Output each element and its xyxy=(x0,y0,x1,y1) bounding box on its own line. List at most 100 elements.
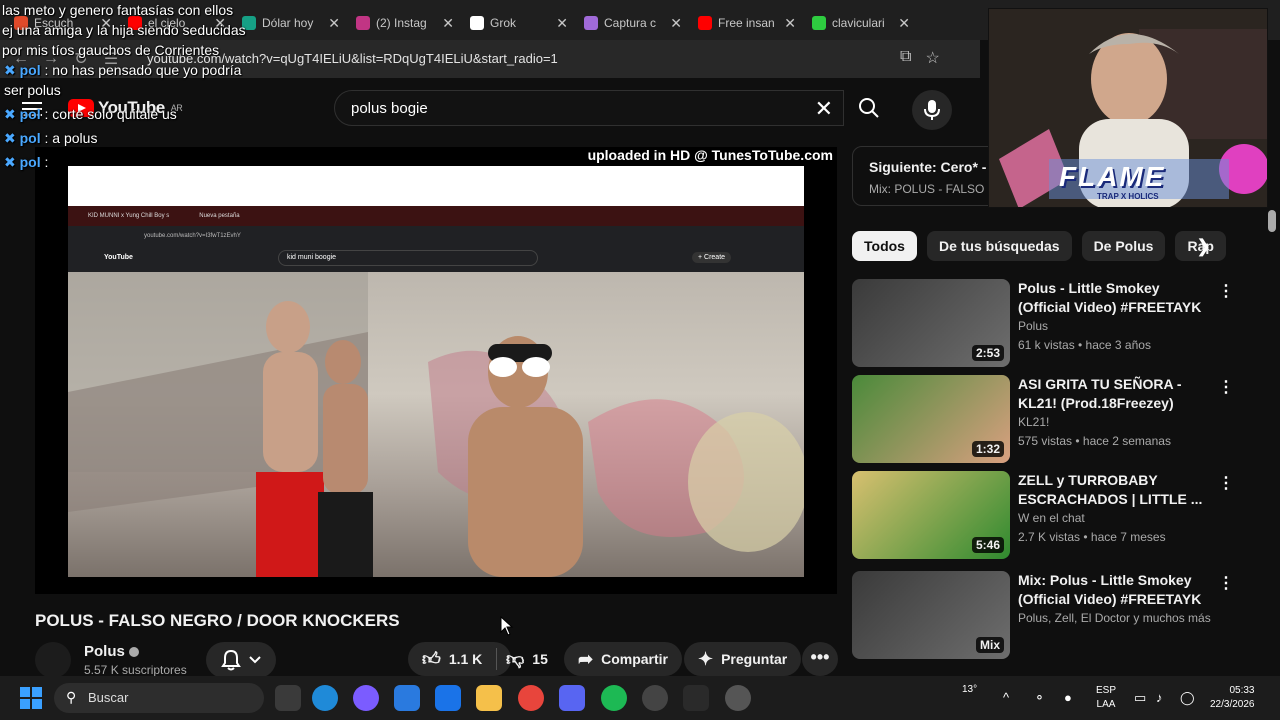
task-view-icon[interactable] xyxy=(275,685,301,711)
shield-icon[interactable]: ◯ xyxy=(1180,690,1195,706)
mouse-cursor-icon xyxy=(500,616,514,636)
browser-tab[interactable]: Free insan ✕ xyxy=(690,6,804,40)
edge-icon[interactable] xyxy=(312,685,338,711)
webcam-overlay: FLAME TRAP X HOLICS xyxy=(988,8,1268,208)
channel-name[interactable]: Polus xyxy=(84,643,139,660)
epic-games-icon[interactable] xyxy=(683,685,709,711)
recommendation-thumbnail[interactable]: Mix xyxy=(852,571,1010,659)
more-vertical-icon[interactable]: ⋮ xyxy=(1218,281,1234,301)
video-frame xyxy=(68,272,804,577)
volume-icon[interactable]: ♪ xyxy=(1156,690,1163,705)
chat-message-text: ser polus xyxy=(4,82,61,98)
chat-message-text: : xyxy=(44,154,49,170)
microphone-icon[interactable]: ● xyxy=(1064,690,1072,705)
search-button[interactable] xyxy=(846,90,892,126)
close-icon[interactable]: ✕ xyxy=(328,15,340,32)
chevron-down-icon xyxy=(249,656,261,664)
recommendation-item[interactable]: 5:46 ZELL y TURROBABY ESCRACHADOS | LITTL… xyxy=(852,471,1244,561)
thumbs-down-icon: 👎︎ xyxy=(506,649,525,669)
language-indicator[interactable]: ESP LAA xyxy=(1096,684,1116,712)
more-vertical-icon[interactable]: ⋮ xyxy=(1218,573,1234,593)
like-count: 1.1 K xyxy=(448,651,483,667)
recommendation-item[interactable]: 2:53 Polus - Little Smokey (Official Vide… xyxy=(852,279,1244,369)
chat-message-text: : a polus xyxy=(44,130,98,146)
chevron-right-icon[interactable]: ❯ xyxy=(1196,236,1211,257)
chrome-icon[interactable] xyxy=(518,685,544,711)
display-icon[interactable]: ▭ xyxy=(1134,690,1146,706)
close-icon[interactable]: ✕ xyxy=(556,15,568,32)
recommendation-thumbnail[interactable]: 2:53 xyxy=(852,279,1010,367)
chat-message: ✖ pol : no has pensado que yo podría xyxy=(4,60,241,80)
app-icon[interactable] xyxy=(642,685,668,711)
close-icon[interactable]: ✕ xyxy=(784,15,796,32)
bookmark-star-icon[interactable]: ☆ xyxy=(925,48,939,68)
outlook-icon[interactable] xyxy=(435,685,461,711)
weather-temperature[interactable]: 13° xyxy=(962,684,977,695)
voice-search-button[interactable] xyxy=(912,90,952,130)
ask-button[interactable]: ✦ Preguntar xyxy=(684,642,802,676)
duration-badge: Mix xyxy=(975,637,1004,653)
tab-favicon-icon xyxy=(812,16,826,30)
filter-chip[interactable]: De tus búsquedas xyxy=(926,231,1072,261)
copilot-icon[interactable] xyxy=(353,685,379,711)
network-icon[interactable]: ⚬ xyxy=(1034,690,1045,706)
system-clock[interactable]: 05:33 22/3/2026 xyxy=(1210,684,1255,712)
channel-avatar[interactable] xyxy=(35,642,71,678)
recommendation-thumbnail[interactable]: 1:32 xyxy=(852,375,1010,463)
chevron-up-icon[interactable]: ^ xyxy=(1003,690,1009,705)
more-vertical-icon[interactable]: ⋮ xyxy=(1218,377,1234,397)
recommendation-thumbnail[interactable]: 5:46 xyxy=(852,471,1010,559)
chat-username: pol xyxy=(19,106,41,122)
search-icon: ⚲ xyxy=(66,689,77,705)
recommendation-meta: 2.7 K vistas • hace 7 meses xyxy=(1018,530,1166,544)
more-actions-button[interactable]: ••• xyxy=(802,642,838,676)
pin-icon: ✖ xyxy=(4,106,20,122)
share-icon: ➦ xyxy=(578,648,594,669)
recommendation-item[interactable]: 1:32 ASI GRITA TU SEÑORA - KL21! (Prod.18… xyxy=(852,375,1244,465)
file-explorer-icon[interactable] xyxy=(476,685,502,711)
media-player-icon[interactable] xyxy=(725,685,751,711)
recommendation-item[interactable]: Mix Mix: Polus - Little Smokey (Official … xyxy=(852,571,1244,661)
share-button[interactable]: ➦ Compartir xyxy=(564,642,682,676)
close-icon[interactable]: ✕ xyxy=(898,15,910,32)
browser-tab[interactable]: claviculari ✕ xyxy=(804,6,918,40)
recommendation-title[interactable]: Polus - Little Smokey (Official Video) #… xyxy=(1018,279,1214,317)
browser-tab[interactable]: Dólar hoy ✕ xyxy=(234,6,348,40)
store-icon[interactable] xyxy=(394,685,420,711)
more-vertical-icon[interactable]: ⋮ xyxy=(1218,473,1234,493)
dislike-count: 15 xyxy=(532,651,548,667)
browser-tab[interactable]: (2) Instag ✕ xyxy=(348,6,462,40)
clear-search-icon[interactable]: ✕ xyxy=(815,96,833,122)
taskbar-search[interactable]: ⚲ Buscar xyxy=(54,683,264,713)
video-white-band xyxy=(68,166,804,206)
video-embedded-tab: KID MUNNI x Yung Chill Boy s xyxy=(88,213,170,219)
filter-chips: Todos De tus búsquedas De Polus Rap xyxy=(852,231,1232,263)
search-value: polus bogie xyxy=(351,100,428,117)
recommendation-title[interactable]: Mix: Polus - Little Smokey (Official Vid… xyxy=(1018,571,1214,609)
tab-label: (2) Instag xyxy=(376,16,427,30)
spotify-icon[interactable] xyxy=(601,685,627,711)
browser-tab[interactable]: Grok ✕ xyxy=(462,6,576,40)
verified-icon xyxy=(128,647,139,658)
filter-chip[interactable]: De Polus xyxy=(1081,231,1166,261)
install-app-icon[interactable]: ⧉ xyxy=(900,48,911,68)
video-embedded-youtube-header: YouTube kid muni boogie + Create xyxy=(68,246,804,272)
discord-icon[interactable] xyxy=(559,685,585,711)
tab-label: Dólar hoy xyxy=(262,16,314,30)
dislike-button[interactable]: 👎︎ 15 xyxy=(492,642,562,676)
video-embedded-search: kid muni boogie xyxy=(278,250,538,266)
search-input[interactable]: polus bogie ✕ xyxy=(334,90,844,126)
notification-bell-button[interactable] xyxy=(206,642,276,678)
browser-tab[interactable]: Captura c ✕ xyxy=(576,6,690,40)
channel-name-label: Polus xyxy=(84,643,125,660)
start-button[interactable] xyxy=(20,687,42,709)
close-icon[interactable]: ✕ xyxy=(442,15,454,32)
chat-text-line: ej una amiga y la hija siendo seducidas xyxy=(2,22,246,38)
video-player[interactable]: uploaded in HD @ TunesToTube.com KID MUN… xyxy=(35,147,837,594)
duration-badge: 1:32 xyxy=(971,441,1004,457)
filter-chip[interactable]: Todos xyxy=(852,231,917,261)
close-icon[interactable]: ✕ xyxy=(670,15,682,32)
recommendation-title[interactable]: ASI GRITA TU SEÑORA - KL21! (Prod.18Free… xyxy=(1018,375,1214,413)
scrollbar[interactable] xyxy=(1268,210,1276,232)
recommendation-title[interactable]: ZELL y TURROBABY ESCRACHADOS | LITTLE ..… xyxy=(1018,471,1214,509)
